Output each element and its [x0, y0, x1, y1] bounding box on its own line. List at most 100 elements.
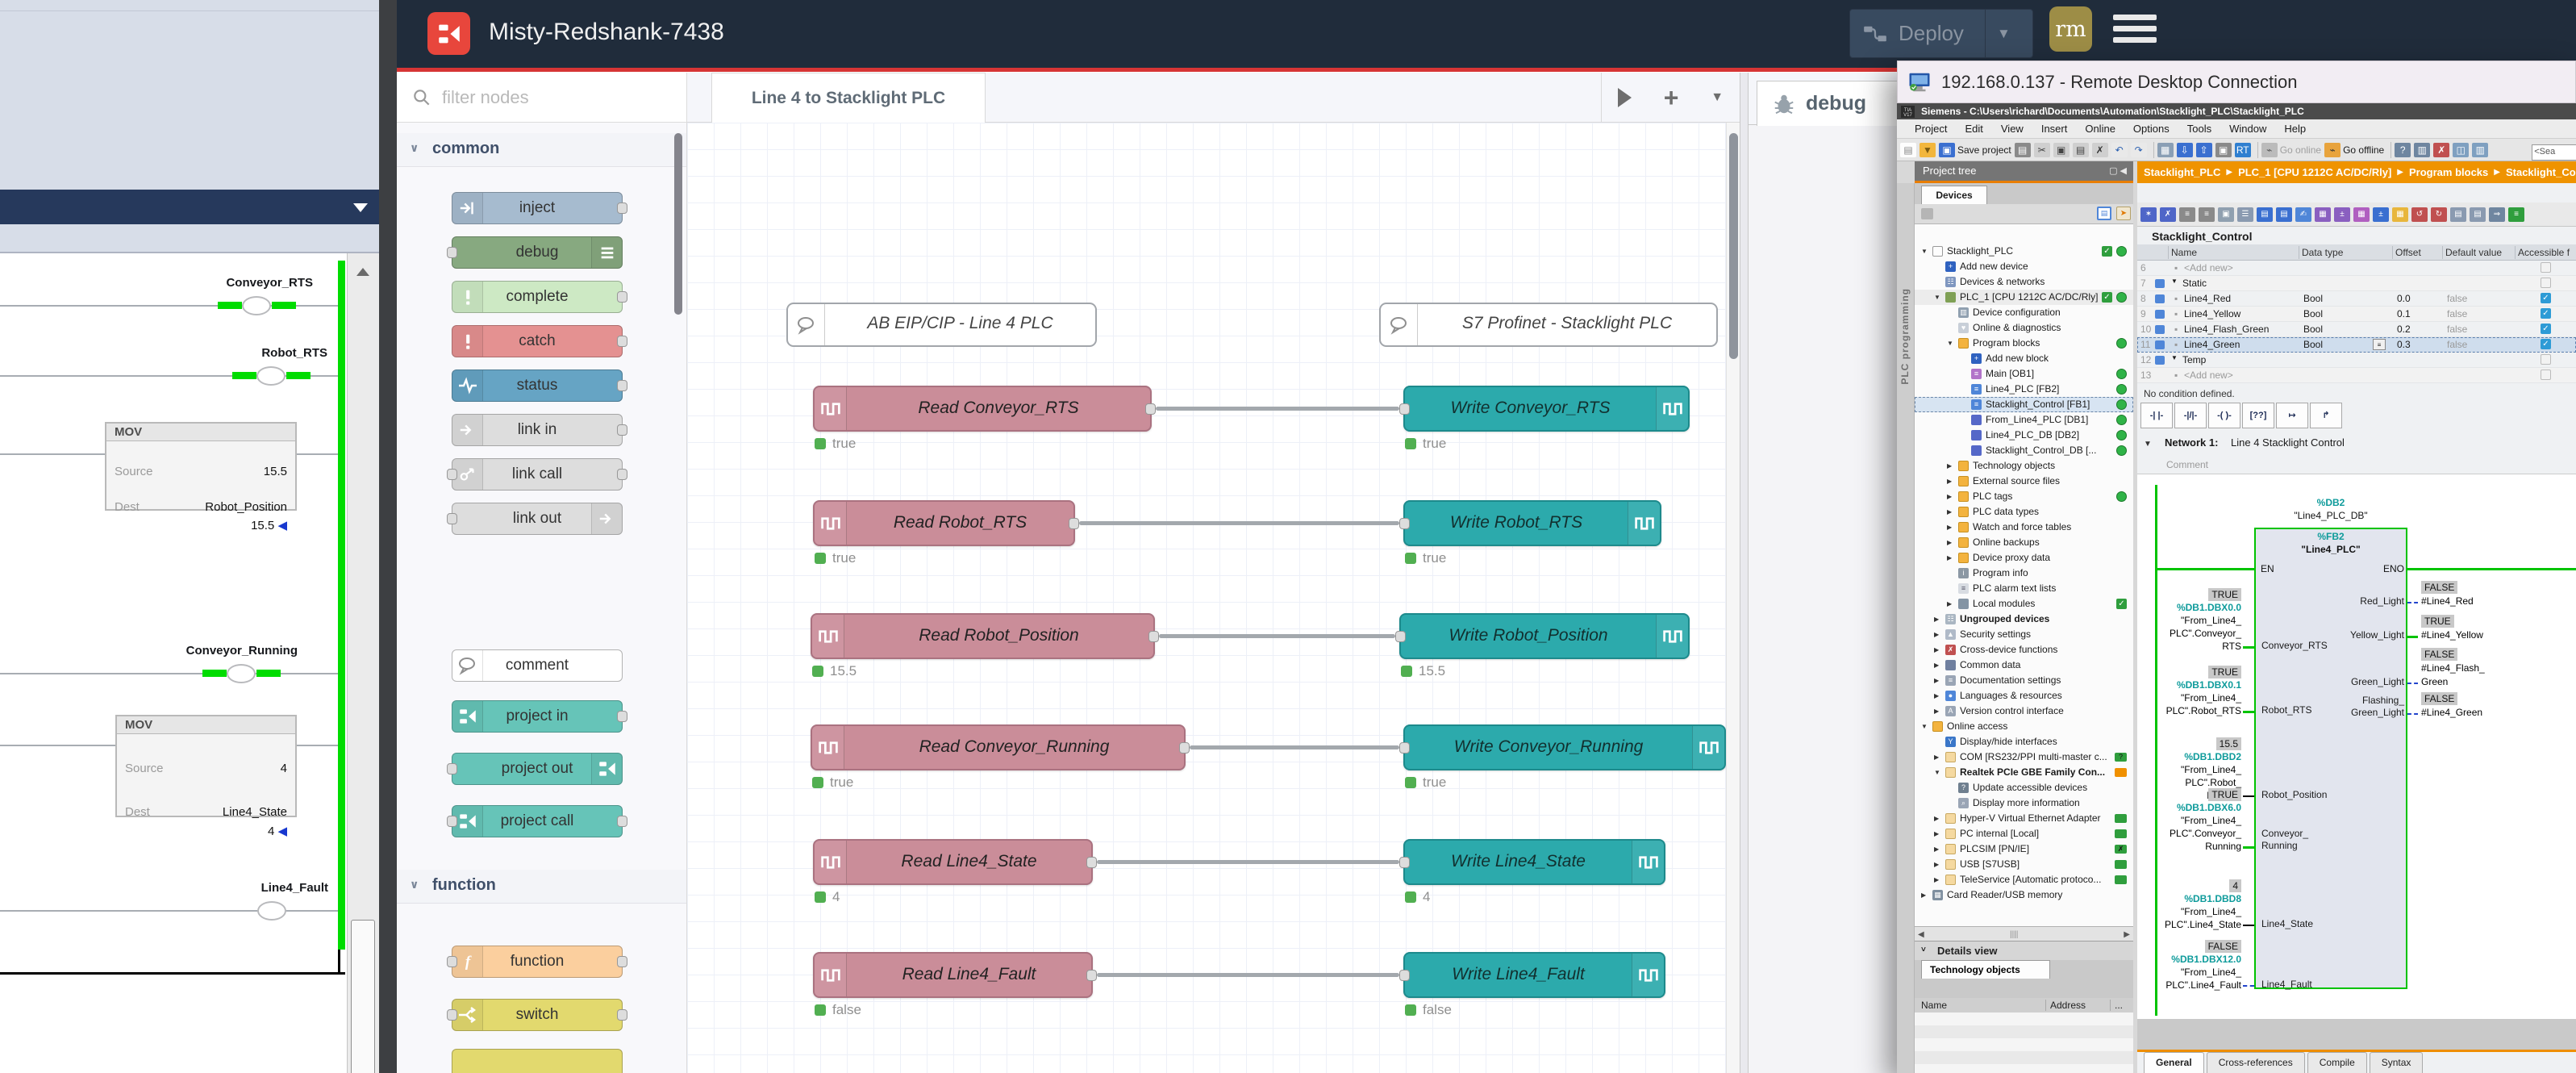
table-toolbar-icon[interactable]: ▤ [2257, 207, 2273, 222]
deploy-button[interactable]: Deploy ▼ [1849, 9, 2033, 58]
table-toolbar-icon[interactable]: ▦ [2315, 207, 2331, 222]
tab-devices[interactable]: Devices [1921, 186, 1987, 204]
flow-node-Read-Conveyor_Running[interactable]: Read Conveyor_Running [811, 724, 1186, 770]
expand-icon[interactable]: ▶ [1934, 815, 1939, 822]
column-header[interactable]: Data type [2302, 247, 2343, 258]
tree-item-stacklight-control-fb1-[interactable]: ≡Stacklight_Control [FB1] [1915, 397, 2133, 412]
flow-node-Read-Robot_Position[interactable]: Read Robot_Position [811, 613, 1155, 659]
scroll-left-icon[interactable]: ◀ [1918, 930, 1924, 939]
lad-button[interactable]: ↦ [2276, 403, 2308, 428]
expand-icon[interactable]: ▶ [1947, 508, 1952, 516]
details-column-header[interactable]: Address [2050, 1000, 2086, 1011]
palette-node-status[interactable]: status [452, 369, 623, 402]
scrollbar-thumb[interactable]: |||| [2010, 930, 2018, 939]
tree-item-add-new-block[interactable]: +Add new block [1915, 351, 2133, 366]
coil-symbol[interactable] [242, 296, 271, 315]
tree-item-line4-plc-fb2-[interactable]: ≡Line4_PLC [FB2] [1915, 382, 2133, 397]
output-port[interactable] [1145, 403, 1156, 415]
input-port[interactable] [1399, 742, 1410, 754]
network-header[interactable]: ▼ Network 1: Line 4 Stacklight Control [2137, 436, 2576, 454]
flow-node-Write-Line4_State[interactable]: Write Line4_State [1403, 839, 1665, 885]
toolbar-icon[interactable]: RT [2235, 143, 2251, 157]
tree-item-realtek-pcie-gbe-family-con-[interactable]: ▼Realtek PCIe GBE Family Con... [1915, 765, 2133, 780]
expand-icon[interactable]: ▶ [1934, 692, 1939, 699]
column-header[interactable]: Default value [2445, 247, 2502, 258]
tree-item-plc-1-cpu-1212c-ac-dc-rly-[interactable]: ▼PLC_1 [CPU 1212C AC/DC/Rly]✓ [1915, 290, 2133, 305]
palette-node-comment[interactable]: comment [452, 649, 623, 682]
rdp-title-bar[interactable]: 192.168.0.137 - Remote Desktop Connectio… [1897, 61, 2576, 103]
toolbar-icon[interactable]: ▤ [2015, 143, 2031, 157]
toolbar-icon[interactable]: ? [2395, 143, 2411, 157]
table-toolbar-icon[interactable]: ▤ [2450, 207, 2466, 222]
tree-item-technology-objects[interactable]: ▶Technology objects [1915, 458, 2133, 474]
coil-symbol[interactable] [256, 366, 286, 386]
flow-node-Write-Robot_RTS[interactable]: Write Robot_RTS [1403, 500, 1661, 546]
menu-window[interactable]: Window [2229, 123, 2266, 135]
node-port[interactable] [617, 336, 627, 347]
menu-project[interactable]: Project [1915, 123, 1947, 135]
expand-icon[interactable]: ➤ [2116, 207, 2131, 220]
palette-node-inject[interactable]: inject [452, 192, 623, 224]
scroll-up-icon[interactable] [356, 268, 369, 276]
node-port[interactable] [617, 202, 627, 214]
flow-node-Read-Robot_RTS[interactable]: Read Robot_RTS [813, 500, 1075, 546]
save-project-label[interactable]: Save project [1957, 144, 2011, 156]
tab-list-icon[interactable]: ▼ [1711, 90, 1724, 105]
chevron-down-icon[interactable]: ▼ [1997, 26, 2011, 42]
tia-title-bar[interactable]: TIAV17 Siemens - C:\Users\richard\Docume… [1897, 103, 2576, 119]
input-port[interactable] [1399, 970, 1410, 981]
tree-item-from-line4-plc-db1-[interactable]: From_Line4_PLC [DB1] [1915, 412, 2133, 428]
inspector-tab-cross-references[interactable]: Cross-references [2207, 1052, 2305, 1073]
table-toolbar-icon[interactable]: ≡ [2179, 207, 2195, 222]
input-port[interactable] [1399, 518, 1410, 529]
project-tree-header[interactable]: Project tree ▢ ◀ [1915, 161, 2133, 181]
palette-node-link-call[interactable]: link call [452, 458, 623, 491]
node-port[interactable] [447, 956, 457, 967]
tree-item-add-new-device[interactable]: +Add new device [1915, 259, 2133, 274]
tree-item-external-source-files[interactable]: ▶External source files [1915, 474, 2133, 489]
chevron-down-icon[interactable]: ˅ [1921, 946, 1926, 954]
mov-instruction[interactable]: MOVSource15.5DestRobot_Position15.5 ◀ [105, 422, 297, 511]
palette-node-link-out[interactable]: link out [452, 503, 623, 535]
toolbar-icon[interactable]: ▤ [1900, 143, 1916, 157]
accessible-checkbox[interactable] [2541, 278, 2551, 288]
node-port[interactable] [617, 291, 627, 303]
go-online-button[interactable]: Go online [2280, 144, 2321, 156]
table-toolbar-icon[interactable]: ≡ [2199, 207, 2215, 222]
expand-icon[interactable]: ▶ [1947, 524, 1952, 531]
sidebar-divider[interactable] [1740, 73, 1749, 1073]
expand-icon[interactable]: ▶ [1934, 646, 1939, 653]
expand-icon[interactable]: ▶ [1934, 677, 1939, 684]
expand-icon[interactable]: ▶ [1947, 539, 1952, 546]
tree-item-com-rs232-ppi-multi-master-c-[interactable]: ▶COM [RS232/PPI multi-master c...? [1915, 749, 2133, 765]
output-port[interactable] [1086, 970, 1097, 981]
tree-item-plc-alarm-text-lists[interactable]: ≡PLC alarm text lists [1915, 581, 2133, 596]
menu-view[interactable]: View [2001, 123, 2024, 135]
scrollbar-thumb[interactable] [351, 920, 375, 1073]
node-port[interactable] [617, 469, 627, 480]
tree-item-online-diagnostics[interactable]: ♥Online & diagnostics [1915, 320, 2133, 336]
expand-icon[interactable]: ▶ [1934, 845, 1939, 853]
tab-technology-objects[interactable]: Technology objects [1921, 960, 2050, 979]
tree-tool-icon[interactable] [1921, 208, 1933, 219]
inspector-tab-compile[interactable]: Compile [2307, 1052, 2367, 1073]
table-toolbar-icon[interactable]: ▤ [2470, 207, 2486, 222]
add-tab-button[interactable]: + [1664, 83, 1679, 113]
inspector-tab-syntax[interactable]: Syntax [2370, 1052, 2424, 1073]
tree-item-display-hide-interfaces[interactable]: YDisplay/hide interfaces [1915, 734, 2133, 749]
table-row-line4-red[interactable]: 8▪Line4_RedBool0.0false✓ [2137, 291, 2576, 307]
tree-item-online-access[interactable]: ▼Online access [1915, 719, 2133, 734]
coil-symbol[interactable] [257, 901, 286, 921]
flow-node-Read-Conveyor_RTS[interactable]: Read Conveyor_RTS [813, 386, 1152, 432]
node-port[interactable] [447, 469, 457, 480]
menu-edit[interactable]: Edit [1965, 123, 1982, 135]
palette-node-catch[interactable]: catch [452, 325, 623, 357]
tree-item-hyper-v-virtual-ethernet-adapt[interactable]: ▶Hyper-V Virtual Ethernet Adapter [1915, 811, 2133, 826]
mov-instruction[interactable]: MOVSource4DestLine4_State4 ◀ [115, 715, 297, 817]
column-header[interactable]: Offset [2395, 247, 2421, 258]
breadcrumb-item[interactable]: Stacklight_PLC [2144, 166, 2220, 178]
chevron-down-icon[interactable]: ▼ [2144, 440, 2152, 449]
expand-icon[interactable]: ▶ [1921, 891, 1926, 899]
flow-node-Read-Line4_Fault[interactable]: Read Line4_Fault [813, 952, 1093, 998]
toolbar-icon[interactable]: ✗ [2433, 143, 2449, 157]
